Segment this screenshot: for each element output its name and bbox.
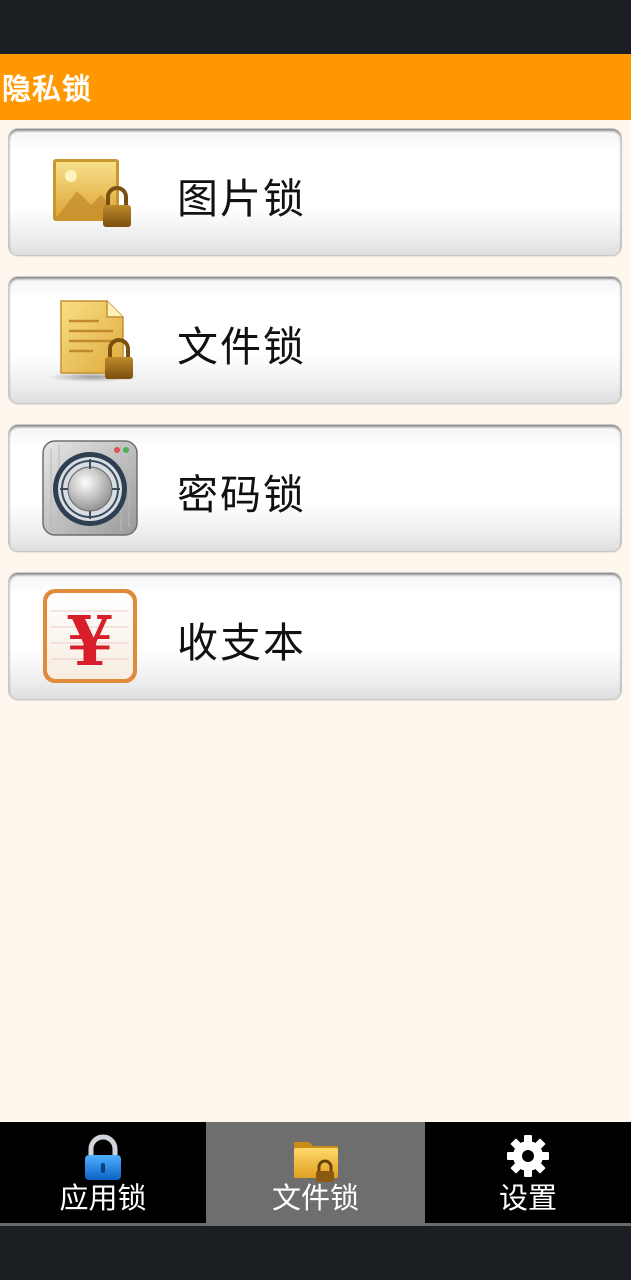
- menu-item-label: 文件锁: [177, 323, 306, 371]
- title-bar: 隐私锁: [0, 54, 631, 120]
- menu-item-label: 密码锁: [177, 471, 306, 519]
- menu-item-label: 收支本: [177, 619, 306, 667]
- gear-icon: [507, 1135, 549, 1177]
- tab-label: 文件锁: [271, 1181, 359, 1215]
- menu-item-label: 图片锁: [177, 175, 306, 223]
- tab-file-lock[interactable]: 文件锁: [206, 1122, 425, 1226]
- menu-item-file-lock[interactable]: 文件锁: [8, 276, 622, 404]
- safe-dial-icon: [42, 440, 138, 536]
- menu-item-password-lock[interactable]: 密码锁: [8, 424, 622, 552]
- yuan-glyph: ¥: [66, 602, 113, 682]
- main-content: 图片锁 文件锁 密码锁 ¥ 收支本: [0, 120, 631, 1122]
- menu-item-ledger[interactable]: ¥ 收支本: [8, 572, 622, 700]
- tab-app-lock[interactable]: 应用锁: [0, 1122, 206, 1226]
- padlock-icon: [85, 1134, 121, 1180]
- tab-settings[interactable]: 设置: [425, 1122, 631, 1226]
- folder-lock-icon: [293, 1142, 338, 1182]
- image-lock-icon: [53, 159, 131, 227]
- yuan-icon: ¥: [43, 589, 137, 683]
- tab-label: 应用锁: [59, 1181, 147, 1215]
- status-bar: [0, 0, 631, 54]
- bottom-tab-bar: 应用锁 文件锁 设置: [0, 1122, 631, 1226]
- tab-label: 设置: [498, 1181, 557, 1215]
- system-nav-bar: [0, 1226, 631, 1280]
- menu-item-image-lock[interactable]: 图片锁: [8, 128, 622, 256]
- page-title: 隐私锁: [2, 72, 93, 106]
- document-lock-icon: [47, 300, 139, 382]
